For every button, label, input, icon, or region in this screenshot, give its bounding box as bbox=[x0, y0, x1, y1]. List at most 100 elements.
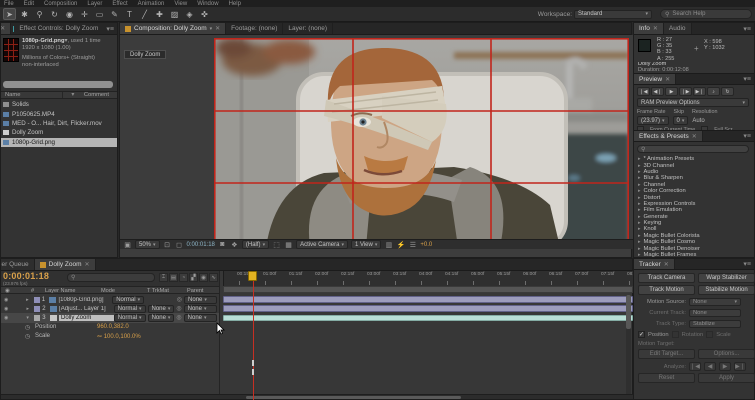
panel-menu-icon[interactable]: ▾≡ bbox=[740, 259, 754, 269]
transparency-grid-icon[interactable]: ▦ bbox=[284, 240, 293, 250]
eye-icon[interactable]: ◉ bbox=[4, 306, 8, 312]
property-value[interactable]: ∾ 100.0,100.0% bbox=[97, 333, 141, 340]
position-checkbox[interactable]: ✓ bbox=[638, 331, 645, 338]
comp-navigator-button[interactable]: Dolly Zoom bbox=[124, 50, 166, 59]
analyze-backward-button[interactable]: ◀ bbox=[704, 362, 716, 371]
show-channels-icon[interactable]: ❖ bbox=[230, 240, 239, 250]
menu-view[interactable]: View bbox=[174, 1, 187, 6]
panel-menu-icon[interactable]: ▾≡ bbox=[740, 131, 754, 141]
layer-name[interactable]: [Adjust... Layer 1] bbox=[59, 306, 114, 312]
tab-preview[interactable]: Preview✕ bbox=[634, 74, 676, 84]
exposure-value[interactable]: +0.0 bbox=[420, 242, 432, 248]
layer-row[interactable]: ◉▸1[1080p-Grid.png]Normal◎None bbox=[1, 295, 219, 304]
play-button[interactable]: ▶ bbox=[665, 87, 678, 96]
resolution-value[interactable]: Auto bbox=[692, 118, 704, 124]
timeline-vertical-scrollbar[interactable] bbox=[626, 295, 631, 395]
help-search-input[interactable]: ⚲ Search Help bbox=[660, 9, 752, 19]
loop-button[interactable]: ↻ bbox=[721, 87, 734, 96]
type-tool[interactable]: T bbox=[123, 8, 136, 20]
column-name[interactable]: Name bbox=[1, 92, 24, 98]
current-timecode[interactable]: 0:00:01:18 bbox=[3, 271, 49, 281]
composition-viewer[interactable]: Dolly Zoom bbox=[120, 35, 633, 249]
pen-tool[interactable]: ✎ bbox=[108, 8, 121, 20]
menu-file[interactable]: File bbox=[4, 1, 14, 6]
stopwatch-icon[interactable]: ◷ bbox=[25, 333, 35, 340]
pixel-aspect-icon[interactable]: ▥ bbox=[384, 240, 393, 250]
pickwhip-icon[interactable]: ◎ bbox=[176, 314, 181, 321]
hide-shy-layers-icon[interactable]: ◔ bbox=[179, 273, 188, 282]
chevron-right-icon[interactable]: ▸ bbox=[26, 297, 34, 303]
layer-duration-bar[interactable] bbox=[223, 315, 633, 322]
panel-menu-icon[interactable]: ▾≡ bbox=[740, 74, 754, 84]
audio-button[interactable]: ♪ bbox=[707, 87, 720, 96]
snapshot-icon[interactable]: ◙ bbox=[218, 240, 227, 250]
edit-target-button[interactable]: Edit Target... bbox=[638, 349, 695, 359]
stopwatch-icon[interactable]: ◷ bbox=[25, 324, 35, 331]
grid-guides-icon[interactable]: ▣ bbox=[123, 240, 132, 250]
layer-mode-select[interactable]: Normal bbox=[114, 305, 146, 313]
hand-tool[interactable]: ✱ bbox=[18, 8, 31, 20]
close-icon[interactable]: ✕ bbox=[664, 261, 669, 268]
motion-source-select[interactable]: None bbox=[689, 298, 741, 306]
frame-blend-icon[interactable]: ▞ bbox=[189, 273, 198, 282]
tab-render-queue[interactable]: Render Queue bbox=[1, 259, 35, 270]
last-frame-button[interactable]: ▶❘ bbox=[693, 87, 706, 96]
layer-trkmat-select[interactable]: None bbox=[148, 314, 175, 322]
menu-layer[interactable]: Layer bbox=[87, 1, 102, 6]
draft-3d-icon[interactable]: ▤ bbox=[169, 273, 178, 282]
time-ruler[interactable]: 00:15f01:00f01:15f02:00f02:15f03:00f03:1… bbox=[223, 271, 633, 286]
clone-stamp-tool[interactable]: ✚ bbox=[153, 8, 166, 20]
warp-stabilizer-button[interactable]: Warp Stabilizer bbox=[698, 273, 755, 283]
region-of-interest-icon[interactable]: ⬚ bbox=[272, 240, 281, 250]
tab-info[interactable]: Info✕ bbox=[634, 23, 664, 34]
column-comment[interactable]: ▾ Comment bbox=[62, 92, 117, 98]
pickwhip-icon[interactable]: ◎ bbox=[176, 305, 181, 312]
timeline-horizontal-scrollbar[interactable] bbox=[246, 396, 461, 399]
safe-margins-icon[interactable]: ⊡ bbox=[163, 240, 172, 250]
chevron-right-icon[interactable]: ▸ bbox=[26, 306, 34, 312]
tab-project[interactable]: ct✕ bbox=[1, 23, 11, 34]
composition-mini-flowchart-icon[interactable]: ⌶ bbox=[159, 273, 168, 282]
layer-color-chip[interactable] bbox=[34, 315, 40, 321]
tab-audio[interactable]: Audio bbox=[664, 23, 692, 34]
timeline-button-icon[interactable]: ☰ bbox=[408, 240, 417, 250]
rotation-tool[interactable]: ↻ bbox=[48, 8, 61, 20]
menu-effect[interactable]: Effect bbox=[112, 1, 127, 6]
layer-trkmat-select[interactable]: None bbox=[148, 305, 175, 313]
puppet-pin-tool[interactable]: ✜ bbox=[198, 8, 211, 20]
property-value[interactable]: 960.0,382.0 bbox=[97, 324, 129, 330]
menu-window[interactable]: Window bbox=[197, 1, 218, 6]
layer-duration-bar[interactable] bbox=[223, 296, 633, 303]
work-area-bar[interactable] bbox=[223, 286, 633, 293]
rotation-checkbox[interactable] bbox=[672, 331, 679, 338]
tab-composition[interactable]: Composition: Dolly Zoom▾✕ bbox=[120, 23, 226, 34]
camera-select[interactable]: Active Camera bbox=[296, 240, 348, 249]
mask-visibility-icon[interactable]: ◻ bbox=[175, 240, 184, 250]
shape-tool[interactable]: ▭ bbox=[93, 8, 106, 20]
analyze-forward-1-button[interactable]: ▶❘ bbox=[734, 362, 746, 371]
prev-frame-button[interactable]: ◀❘ bbox=[651, 87, 664, 96]
layer-row[interactable]: ◉▾3Dolly ZoomNormalNone◎None bbox=[1, 313, 219, 322]
project-item[interactable]: 1080p-Grid.png bbox=[1, 138, 117, 147]
project-column-headers[interactable]: Name ▾ Comment bbox=[1, 91, 117, 99]
column-hash[interactable]: # bbox=[31, 288, 34, 294]
selection-tool[interactable]: ➤ bbox=[3, 8, 16, 20]
fast-preview-icon[interactable]: ⚡ bbox=[396, 240, 405, 250]
tab-effect-controls[interactable]: Effect Controls: Dolly Zoom bbox=[14, 23, 103, 34]
tab-layer[interactable]: Layer: (none) bbox=[283, 23, 333, 34]
close-icon[interactable]: ✕ bbox=[665, 76, 670, 83]
unified-camera-tool[interactable]: ◉ bbox=[63, 8, 76, 20]
next-frame-button[interactable]: ❘▶ bbox=[679, 87, 692, 96]
close-icon[interactable]: ✕ bbox=[85, 261, 90, 268]
analyze-backward-1-button[interactable]: ❘◀ bbox=[689, 362, 701, 371]
workspace-select[interactable]: Standard bbox=[574, 10, 652, 19]
resolution-select[interactable]: (Half) bbox=[242, 240, 269, 249]
column-trkmat[interactable]: T TrkMat bbox=[147, 288, 169, 294]
layer-row[interactable]: ◉▸2[Adjust... Layer 1]NormalNone◎None bbox=[1, 304, 219, 313]
roto-brush-tool[interactable]: ◈ bbox=[183, 8, 196, 20]
project-search-input[interactable] bbox=[3, 81, 113, 88]
motion-blur-icon[interactable]: ◉ bbox=[199, 273, 208, 282]
menu-edit[interactable]: Edit bbox=[24, 1, 34, 6]
eye-icon[interactable]: ◉ bbox=[4, 297, 8, 303]
layer-av-features[interactable]: ◉ bbox=[1, 306, 26, 312]
